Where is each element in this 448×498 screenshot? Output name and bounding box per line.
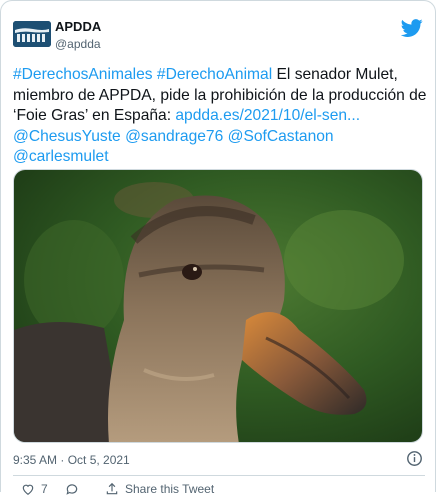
share-label: Share this Tweet <box>125 482 215 496</box>
tweet-photo[interactable] <box>13 169 423 443</box>
divider <box>13 475 425 476</box>
heart-icon <box>22 484 34 495</box>
tweet-header: APDDA @apdda <box>13 15 425 55</box>
article-link[interactable]: apdda.es/2021/10/el-sen... <box>175 107 360 124</box>
mention-sandrage76[interactable]: @sandrage76 <box>125 128 223 145</box>
tweet-timestamp[interactable]: 9:35 AM · Oct 5, 2021 <box>13 453 130 467</box>
share-icon <box>106 482 118 495</box>
account-handle[interactable]: @apdda <box>55 37 101 51</box>
mention-carlesmulet[interactable]: @carlesmulet <box>13 148 109 165</box>
like-button[interactable]: 7 <box>21 482 48 496</box>
tweet-card[interactable]: APDDA @apdda #DerechosAnimales #DerechoA… <box>0 0 436 496</box>
hashtag-derechos-animales[interactable]: #DerechosAnimales <box>13 66 153 83</box>
twitter-bird-icon[interactable] <box>401 17 423 39</box>
share-button[interactable]: Share this Tweet <box>105 482 214 496</box>
mention-sofcastanon[interactable]: @SofCastanon <box>228 128 334 145</box>
duck-photo <box>14 170 422 442</box>
tweet-text: #DerechosAnimales #DerechoAnimal El sena… <box>13 65 427 168</box>
account-name[interactable]: APDDA <box>55 19 101 34</box>
reply-icon <box>66 484 78 495</box>
like-count: 7 <box>41 482 48 496</box>
reply-button[interactable] <box>65 482 79 496</box>
avatar[interactable] <box>13 21 51 47</box>
hashtag-derecho-animal[interactable]: #DerechoAnimal <box>157 66 272 83</box>
info-icon[interactable] <box>406 450 423 467</box>
tweet-actions: 7 Share this Tweet <box>13 482 425 498</box>
mention-chesusyuste[interactable]: @ChesusYuste <box>13 128 121 145</box>
